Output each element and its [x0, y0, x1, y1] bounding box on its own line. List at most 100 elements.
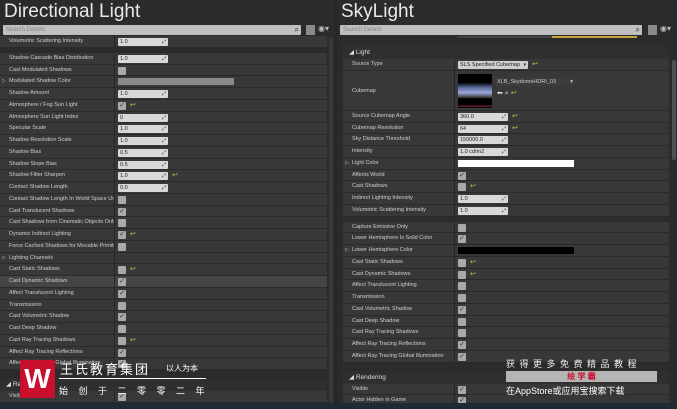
color-swatch[interactable]: [458, 159, 574, 167]
checkbox[interactable]: [458, 183, 466, 192]
expand-arrow-icon[interactable]: ▷: [2, 253, 6, 264]
checkbox[interactable]: ✓: [458, 385, 466, 394]
column-splitter[interactable]: [114, 52, 115, 64]
number-field[interactable]: 1.0 ⤢: [118, 54, 168, 63]
reset-to-default-icon[interactable]: ↩: [512, 111, 518, 122]
column-splitter[interactable]: [114, 182, 115, 193]
number-field[interactable]: 0.5 ⤢: [118, 148, 168, 157]
column-splitter[interactable]: [454, 256, 455, 268]
checkbox[interactable]: [458, 329, 466, 338]
expand-arrow-icon[interactable]: ▷: [2, 76, 6, 87]
column-splitter[interactable]: [454, 315, 455, 327]
column-splitter[interactable]: [454, 245, 455, 256]
column-splitter[interactable]: [114, 88, 115, 99]
source-type-dropdown[interactable]: SLS Specified Cubemap ▾: [458, 61, 528, 69]
column-splitter[interactable]: [454, 134, 455, 145]
column-splitter[interactable]: [454, 122, 455, 134]
column-splitter[interactable]: [114, 146, 115, 158]
number-field[interactable]: 1.0 ⤢: [118, 172, 168, 181]
column-splitter[interactable]: [114, 287, 115, 299]
checkbox[interactable]: [458, 270, 466, 279]
column-splitter[interactable]: [114, 299, 115, 311]
visibility-options-icon[interactable]: ◉▾: [660, 24, 671, 33]
column-splitter[interactable]: [114, 334, 115, 346]
number-field[interactable]: 1.0 cd/m2 ⤢: [458, 148, 508, 156]
number-field[interactable]: 0 ⤢: [118, 113, 168, 122]
cubemap-thumbnail[interactable]: [458, 73, 492, 108]
column-splitter[interactable]: [454, 233, 455, 244]
reset-to-default-icon[interactable]: ↩: [130, 264, 136, 275]
column-splitter[interactable]: [454, 327, 455, 338]
column-splitter[interactable]: [114, 99, 115, 111]
column-splitter[interactable]: [114, 135, 115, 146]
reset-to-default-icon[interactable]: ↩: [130, 335, 136, 346]
scrollbar[interactable]: [329, 38, 333, 406]
number-field[interactable]: 64 ⤢: [458, 124, 508, 133]
column-splitter[interactable]: [454, 70, 455, 110]
number-field[interactable]: 1.0 ⤢: [118, 38, 168, 46]
checkbox[interactable]: [118, 325, 126, 333]
reset-to-default-icon[interactable]: ↩: [470, 257, 476, 268]
checkbox[interactable]: ✓: [458, 305, 466, 314]
column-splitter[interactable]: [114, 111, 115, 123]
column-splitter[interactable]: [114, 323, 115, 334]
asset-picker[interactable]: XLB_SkydomeHDRI_03 ▾: [495, 77, 575, 86]
number-field[interactable]: 360.0 ⤢: [458, 112, 508, 121]
checkbox[interactable]: [458, 258, 466, 267]
number-field[interactable]: 150000.0 ⤢: [458, 136, 508, 145]
column-splitter[interactable]: [114, 123, 115, 134]
column-splitter[interactable]: [454, 59, 455, 70]
checkbox[interactable]: ✓: [458, 171, 466, 180]
checkbox[interactable]: [458, 223, 466, 232]
checkbox[interactable]: ✓: [118, 207, 126, 216]
color-swatch[interactable]: [118, 78, 234, 86]
column-splitter[interactable]: [454, 280, 455, 291]
checkbox[interactable]: [118, 336, 126, 345]
column-splitter[interactable]: [114, 170, 115, 181]
reset-to-default-icon[interactable]: ↩: [512, 123, 518, 134]
column-splitter[interactable]: [454, 383, 455, 395]
column-splitter[interactable]: [454, 303, 455, 315]
checkbox[interactable]: [458, 282, 466, 291]
search-input[interactable]: Search Details ⌕: [3, 25, 301, 35]
checkbox[interactable]: [118, 219, 126, 228]
checkbox[interactable]: ✓: [118, 231, 126, 239]
checkbox[interactable]: [118, 66, 126, 75]
reset-to-default-icon[interactable]: ↩: [172, 170, 178, 181]
column-splitter[interactable]: [454, 146, 455, 157]
column-splitter[interactable]: [114, 64, 115, 76]
column-splitter[interactable]: [454, 339, 455, 350]
column-splitter[interactable]: [454, 110, 455, 122]
column-splitter[interactable]: [114, 229, 115, 240]
column-splitter[interactable]: [114, 76, 115, 87]
reset-to-default-icon[interactable]: ↩: [470, 181, 476, 192]
checkbox[interactable]: [458, 317, 466, 326]
column-splitter[interactable]: [454, 292, 455, 303]
column-splitter[interactable]: [454, 350, 455, 362]
number-field[interactable]: 0.5 ⤢: [118, 160, 168, 169]
column-splitter[interactable]: [114, 36, 115, 47]
checkbox[interactable]: ✓: [118, 278, 126, 286]
color-swatch[interactable]: [458, 247, 574, 254]
number-field[interactable]: 1.0 ⤢: [118, 137, 168, 145]
search-input[interactable]: Search Details ⌕: [340, 25, 642, 35]
number-field[interactable]: 0.0 ⤢: [118, 184, 168, 192]
checkbox[interactable]: [118, 301, 126, 310]
checkbox[interactable]: ✓: [458, 235, 466, 244]
column-splitter[interactable]: [114, 346, 115, 358]
column-splitter[interactable]: [114, 193, 115, 205]
checkbox[interactable]: ✓: [118, 313, 126, 322]
checkbox[interactable]: ✓: [118, 348, 126, 357]
reset-to-default-icon[interactable]: ↩: [130, 229, 136, 240]
reset-to-default-icon[interactable]: ↩: [511, 90, 517, 97]
expand-arrow-icon[interactable]: ▷: [345, 158, 349, 169]
scrollbar[interactable]: [672, 60, 676, 160]
column-splitter[interactable]: [454, 157, 455, 169]
checkbox[interactable]: [118, 195, 126, 204]
column-splitter[interactable]: [114, 264, 115, 275]
category-header[interactable]: ◢ Light: [343, 46, 669, 59]
checkbox[interactable]: [118, 266, 126, 275]
checkbox[interactable]: ✓: [118, 289, 126, 298]
checkbox[interactable]: [118, 242, 126, 251]
checkbox[interactable]: ✓: [458, 341, 466, 349]
